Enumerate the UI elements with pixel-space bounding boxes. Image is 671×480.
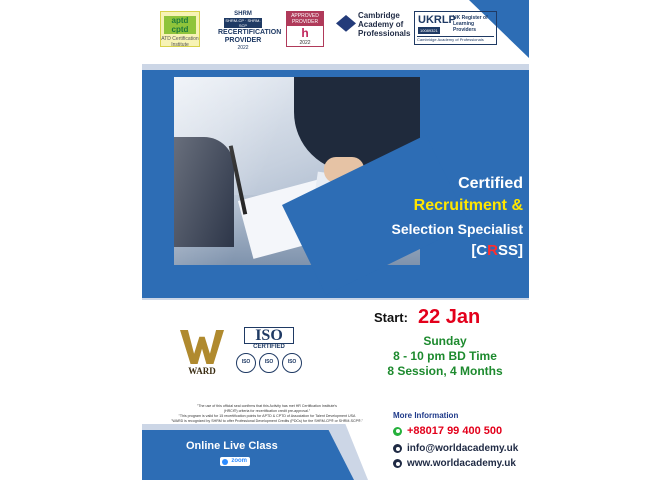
ukrlp-logo-footer: Cambridge Academy of Professionals [417, 36, 494, 42]
online-live-class-label: Online Live Class [186, 440, 278, 452]
phone-number[interactable]: +88017 99 400 500 [407, 425, 502, 437]
website-url[interactable]: www.worldacademy.uk [407, 458, 516, 469]
zoom-logo-text: zoom [231, 458, 247, 464]
schedule-day: Sunday [423, 334, 467, 348]
ward-logo-text: WARD [188, 366, 216, 376]
fine-print-line: "WARD is recognized by SHRM to offer Pro… [171, 419, 363, 423]
shrm-logo-year: 2022 [237, 45, 249, 51]
course-code-open: [C [471, 242, 488, 259]
schedule-sessions: 8 Session, 4 Months [387, 364, 503, 378]
aptd-cptd-logo: aptd cptd ATD Certification Institute [160, 11, 200, 48]
aptd-logo-mark: aptd cptd [164, 16, 196, 34]
ukrlp-logo-id: 10089321 [418, 27, 440, 34]
whatsapp-icon [393, 426, 402, 436]
graduation-cap-icon [336, 15, 356, 32]
shrm-logo: SHRM SHRM-CP · SHRM-SCP RECERTIFICATION … [218, 11, 282, 51]
course-title-recruitment: Recruitment & [413, 197, 523, 214]
zoom-logo: zoom [220, 457, 250, 466]
accreditation-fine-print: "The use of this official seal confirms … [152, 404, 382, 424]
ward-logo: WARD [178, 330, 226, 378]
cambridge-logo-text: Cambridge Academy of Professionals [358, 11, 411, 38]
more-information-heading: More Information [393, 411, 459, 420]
shrm-logo-title: SHRM [234, 11, 252, 17]
course-code-close: SS] [497, 242, 523, 259]
course-poster: aptd cptd ATD Certification Institute SH… [142, 0, 529, 480]
contact-phone[interactable]: +88017 99 400 500 [393, 425, 502, 437]
aptd-logo-caption: ATD Certification Institute [161, 36, 199, 48]
globe-icon [393, 459, 402, 468]
schedule-time: 8 - 10 pm BD Time [393, 349, 497, 363]
iso-logo-certified: CERTIFIED [253, 344, 285, 350]
shrm-logo-word2: PROVIDER [224, 37, 262, 44]
iso-certified-logo: ISO CERTIFIED ISO ISO ISO [236, 327, 302, 379]
iso-seal-icon: ISO [282, 353, 302, 373]
iso-seal-row: ISO ISO ISO [236, 353, 302, 373]
hrci-approved-provider-logo: APPROVED PROVIDER h 2022 [286, 11, 324, 47]
course-title-certified: Certified [458, 175, 523, 192]
contact-website[interactable]: www.worldacademy.uk [393, 458, 516, 469]
start-date: 22 Jan [418, 306, 481, 328]
hrci-logo-title: APPROVED PROVIDER [287, 12, 323, 26]
ukrlp-logo-name: UKRLP [418, 14, 456, 26]
hrci-logo-year: 2022 [299, 40, 311, 46]
hrci-logo-mark: h [301, 26, 309, 40]
shrm-logo-band: SHRM-CP · SHRM-SCP [224, 18, 262, 28]
ward-w-icon [180, 330, 224, 364]
footer-band [142, 430, 354, 480]
contact-email[interactable]: info@worldacademy.uk [393, 443, 518, 454]
iso-seal-icon: ISO [259, 353, 279, 373]
course-title-selection: Selection Specialist [391, 221, 524, 237]
zoom-icon [222, 458, 228, 465]
ukrlp-logo-desc: UK Register of Learning Providers [453, 15, 488, 33]
start-label: Start: [374, 310, 408, 325]
email-icon [393, 444, 402, 453]
email-address[interactable]: info@worldacademy.uk [407, 443, 518, 454]
shrm-logo-word1: RECERTIFICATION [218, 29, 282, 36]
ukrlp-logo: UKRLP 10089321 UK Register of Learning P… [414, 11, 497, 45]
cambridge-academy-logo: Cambridge Academy of Professionals [336, 11, 411, 47]
course-code: [CRSS] [471, 241, 523, 261]
iso-seal-icon: ISO [236, 353, 256, 373]
course-code-highlight: R [487, 242, 498, 259]
iso-logo-word: ISO [244, 327, 294, 344]
